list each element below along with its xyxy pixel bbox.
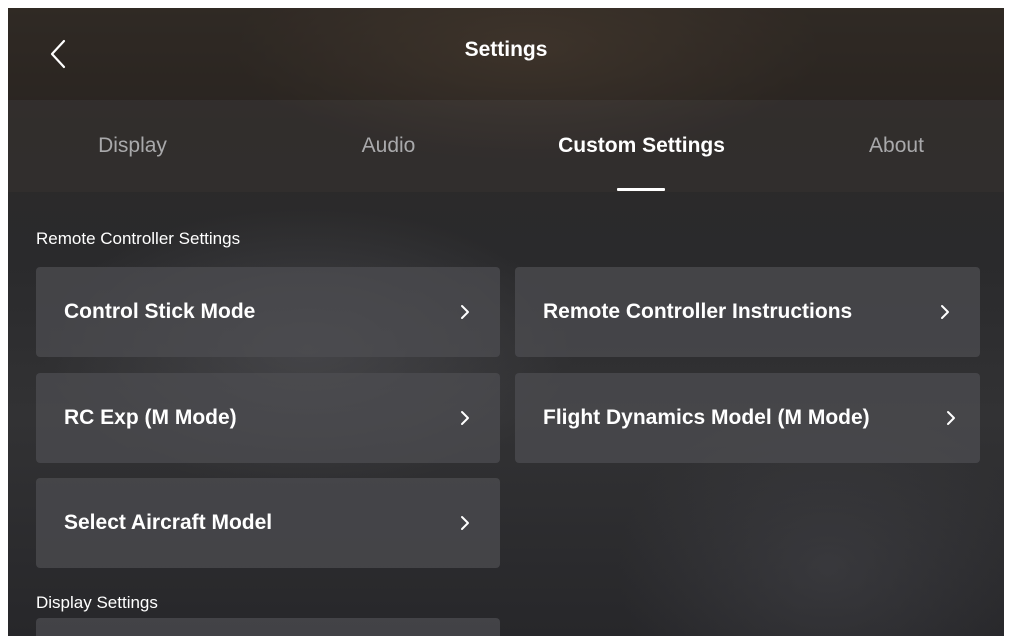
rc-exp-item[interactable]: RC Exp (M Mode) xyxy=(36,373,500,463)
remote-controller-instructions-item[interactable]: Remote Controller Instructions xyxy=(515,267,980,357)
top-bar: Settings xyxy=(8,8,1004,100)
tab-about[interactable]: About xyxy=(772,100,1004,192)
chevron-right-icon xyxy=(461,516,469,530)
tab-display[interactable]: Display xyxy=(8,100,257,192)
item-label: Control Stick Mode xyxy=(64,300,256,323)
item-label: RC Exp (M Mode) xyxy=(64,406,237,429)
item-label: Remote Controller Instructions xyxy=(543,300,853,323)
chevron-right-icon xyxy=(461,411,469,425)
chevron-right-icon xyxy=(941,305,949,319)
tab-custom-settings[interactable]: Custom Settings xyxy=(517,100,766,192)
chevron-left-icon xyxy=(50,39,66,69)
page-title: Settings xyxy=(464,38,548,61)
item-label: Flight Dynamics Model (M Mode) xyxy=(543,406,870,429)
display-settings-item-partial[interactable] xyxy=(36,618,500,636)
tab-bar: Display Audio Custom Settings About xyxy=(8,100,1004,192)
select-aircraft-model-item[interactable]: Select Aircraft Model xyxy=(36,478,500,568)
back-button[interactable] xyxy=(38,32,78,76)
section-label-remote-controller: Remote Controller Settings xyxy=(36,229,241,248)
item-label: Select Aircraft Model xyxy=(64,511,273,534)
flight-dynamics-model-item[interactable]: Flight Dynamics Model (M Mode) xyxy=(515,373,980,463)
active-tab-indicator xyxy=(617,188,665,191)
chevron-right-icon xyxy=(947,411,955,425)
settings-screen: Settings Display Audio Custom Settings A… xyxy=(8,8,1004,636)
control-stick-mode-item[interactable]: Control Stick Mode xyxy=(36,267,500,357)
section-label-display: Display Settings xyxy=(36,593,158,612)
tab-audio[interactable]: Audio xyxy=(264,100,513,192)
chevron-right-icon xyxy=(461,305,469,319)
